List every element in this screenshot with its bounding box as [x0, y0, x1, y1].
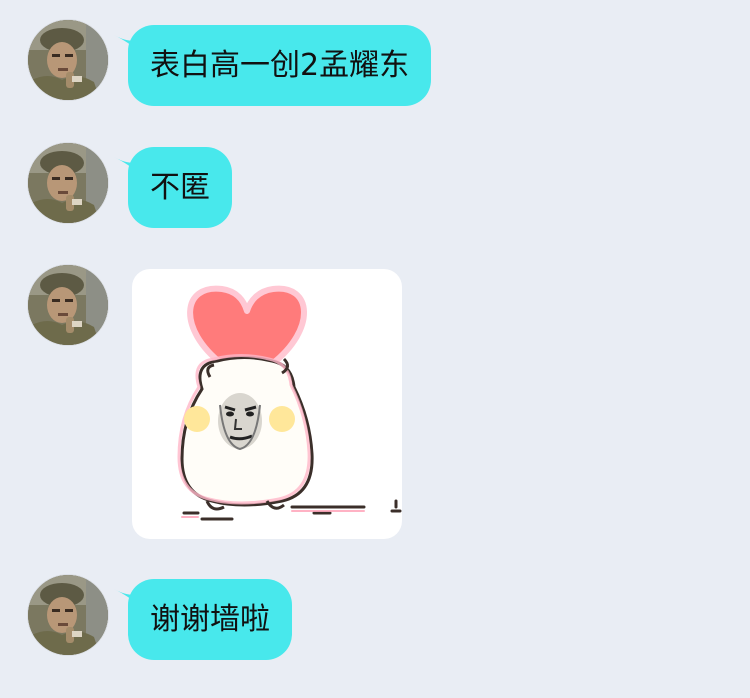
- avatar-photo-icon: [28, 265, 108, 345]
- message-row: 表白高一创2孟耀东: [28, 20, 432, 106]
- avatar[interactable]: [28, 20, 108, 100]
- message-row: 谢谢墙啦: [28, 575, 292, 660]
- message-bubble[interactable]: 谢谢墙啦: [114, 579, 292, 660]
- message-row: [28, 265, 402, 539]
- bubble-tail-icon: [114, 589, 144, 611]
- avatar[interactable]: [28, 575, 108, 655]
- bubble-tail-icon: [114, 35, 144, 57]
- avatar-photo-icon: [28, 575, 108, 655]
- sticker-message[interactable]: [132, 269, 402, 539]
- message-bubble[interactable]: 表白高一创2孟耀东: [114, 25, 432, 106]
- message-text: 不匿: [150, 170, 210, 205]
- avatar-photo-icon: [28, 143, 108, 223]
- message-bubble[interactable]: 不匿: [114, 147, 232, 228]
- message-text: 谢谢墙啦: [150, 602, 270, 637]
- avatar[interactable]: [28, 265, 108, 345]
- message-text: 表白高一创2孟耀东: [150, 48, 410, 83]
- heart-hamster-sticker-icon: [177, 285, 402, 521]
- avatar[interactable]: [28, 143, 108, 223]
- bubble-tail-icon: [114, 157, 144, 179]
- avatar-photo-icon: [28, 20, 108, 100]
- message-row: 不匿: [28, 143, 232, 228]
- chat-screen: { "messages": [ { "type": "text", "text"…: [0, 0, 750, 698]
